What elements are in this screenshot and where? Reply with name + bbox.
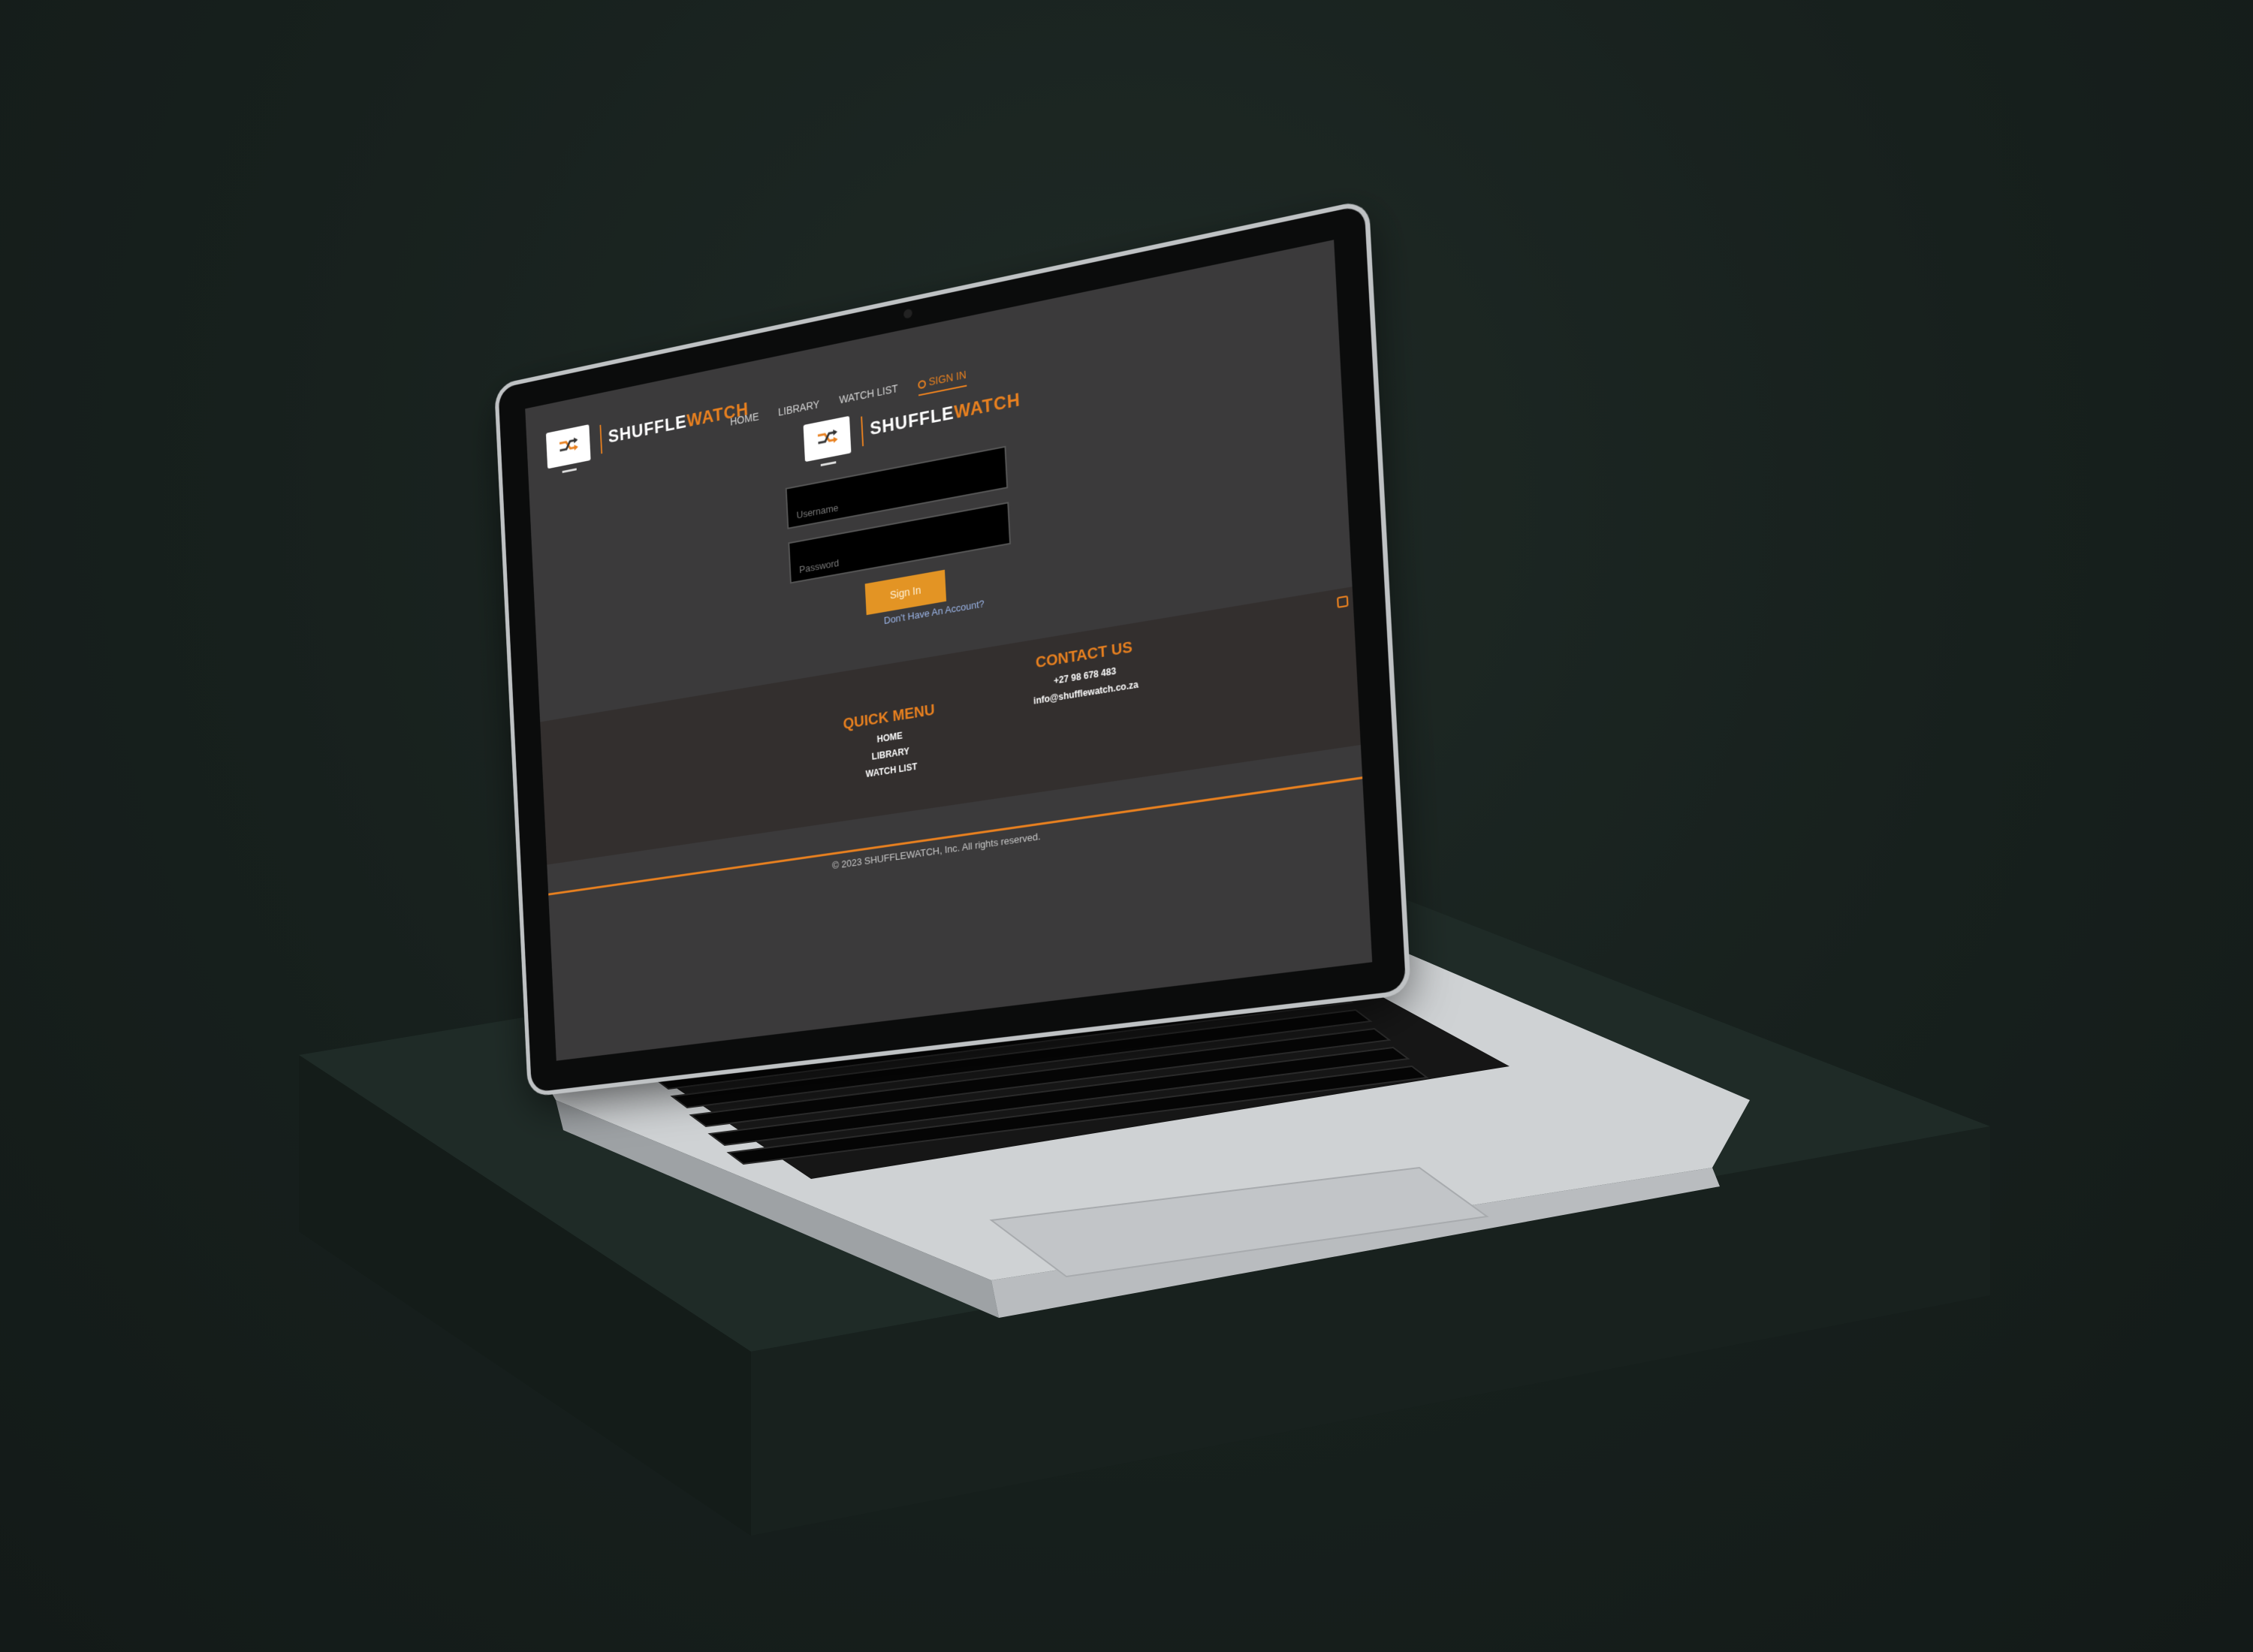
brand-part1: SHUFFLE: [608, 411, 687, 447]
camera-icon: [903, 309, 912, 319]
contact-us: CONTACT US +27 98 678 483 info@shufflewa…: [1017, 636, 1154, 715]
header-logo[interactable]: [546, 424, 591, 469]
brand-divider: [599, 425, 602, 454]
login-logo: [804, 416, 852, 462]
quick-menu: QUICK MENU HOME LIBRARY WATCH LIST: [839, 701, 942, 789]
monitor-stand: [821, 461, 837, 466]
user-icon: [918, 379, 926, 389]
nav-watch-list[interactable]: WATCH LIST: [839, 382, 898, 412]
shuffle-icon: [816, 427, 838, 448]
sign-in-form: Sign In Don't Have An Account?: [786, 445, 1021, 642]
monitor-stand: [562, 468, 577, 473]
social-icon[interactable]: [1337, 595, 1349, 608]
footer: QUICK MENU HOME LIBRARY WATCH LIST CONTA…: [540, 586, 1361, 864]
nav-library[interactable]: LIBRARY: [778, 398, 820, 424]
nav-sign-in-label: SIGN IN: [928, 369, 967, 388]
nav-sign-in[interactable]: SIGN IN: [918, 369, 967, 396]
header-brand[interactable]: SHUFFLEWATCH: [608, 399, 749, 448]
browser-viewport: SHUFFLEWATCH HOME LIBRARY WATCH LIST SIG…: [525, 240, 1372, 1060]
shuffle-icon: [558, 436, 578, 455]
login-brand-divider: [861, 416, 864, 446]
